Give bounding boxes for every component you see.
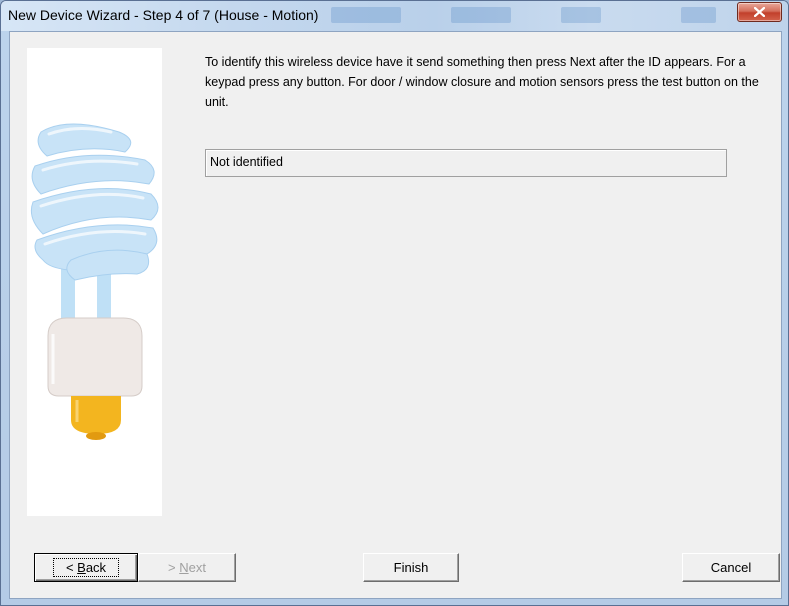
instructions-text: To identify this wireless device have it…	[205, 55, 759, 109]
device-id-field: Not identified	[205, 149, 727, 177]
close-button[interactable]	[737, 2, 782, 22]
title-bar[interactable]: New Device Wizard - Step 4 of 7 (House -…	[1, 1, 788, 31]
cfl-light-bulb-illustration	[30, 123, 159, 440]
wizard-client-area: To identify this wireless device have it…	[9, 31, 782, 599]
back-button[interactable]: < Back	[34, 553, 138, 582]
cancel-button[interactable]: Cancel	[682, 553, 780, 582]
wizard-window: New Device Wizard - Step 4 of 7 (House -…	[0, 0, 789, 606]
next-button[interactable]: > Next	[138, 553, 236, 582]
close-x-icon	[754, 7, 765, 17]
device-id-value: Not identified	[210, 155, 283, 169]
finish-button[interactable]: Finish	[363, 553, 459, 582]
side-image-panel	[27, 48, 162, 516]
window-title: New Device Wizard - Step 4 of 7 (House -…	[8, 7, 319, 23]
